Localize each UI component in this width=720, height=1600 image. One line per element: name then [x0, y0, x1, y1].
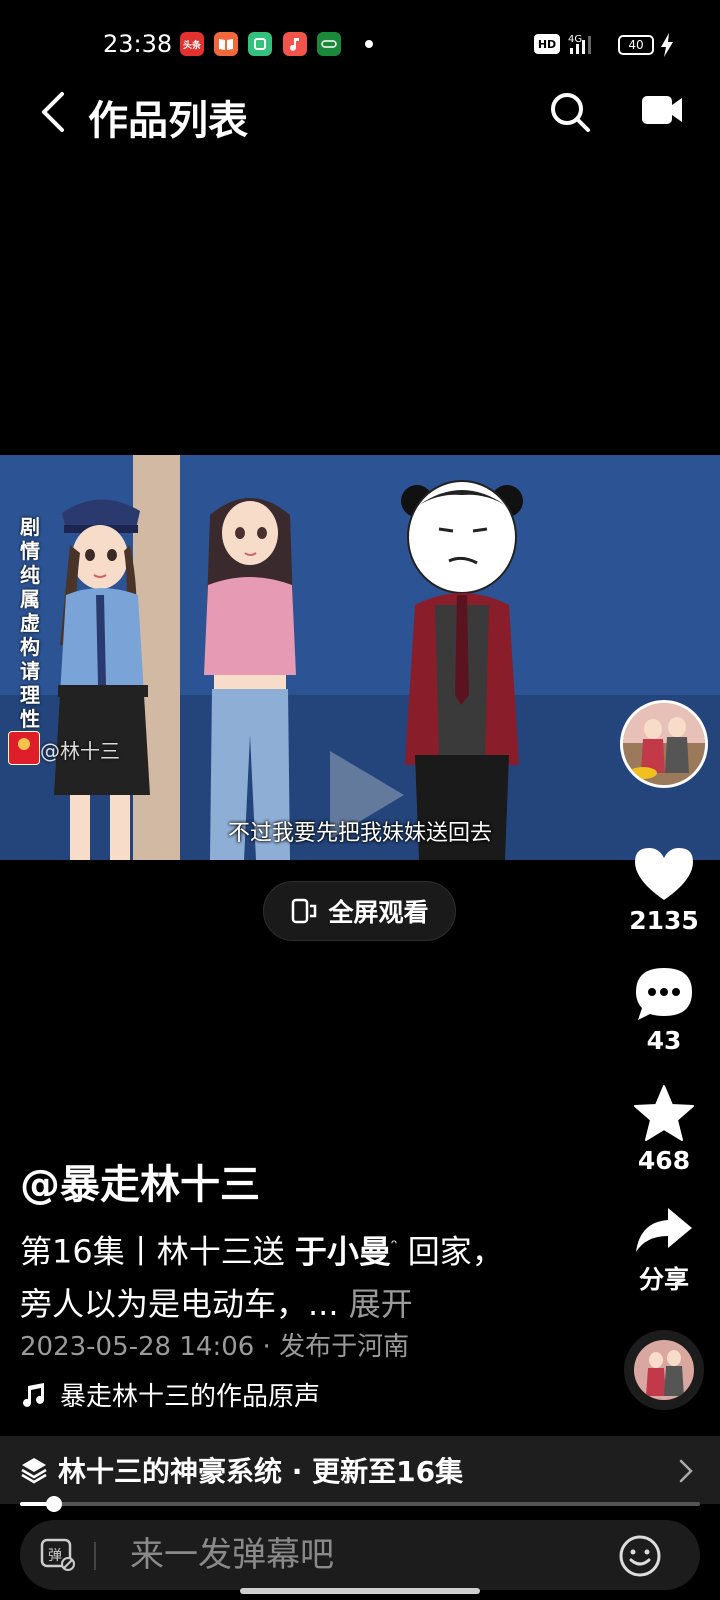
search-tag-icon: ᵔ [390, 1236, 398, 1255]
character-policewoman [54, 499, 150, 860]
collection-bar[interactable]: 林十三的神豪系统 · 更新至16集 [0, 1436, 720, 1504]
message-app-icon [317, 32, 341, 56]
music-note-icon [23, 1382, 44, 1407]
comment-count: 43 [646, 1026, 682, 1055]
home-indicator[interactable] [240, 1588, 480, 1594]
divider [94, 1542, 96, 1570]
fullscreen-label: 全屏观看 [328, 898, 429, 927]
fullscreen-rotate-icon [292, 898, 317, 924]
video-progress-knob[interactable] [46, 1496, 62, 1512]
comment-button[interactable]: 43 [618, 966, 710, 1055]
search-button[interactable] [548, 90, 592, 134]
video-progress-bar[interactable] [20, 1496, 700, 1512]
share-icon [636, 1208, 692, 1252]
character-woman-pink [204, 498, 296, 860]
author-name[interactable]: @暴走林十三 [20, 1152, 260, 1210]
desc-tag[interactable]: 于小曼 [295, 1233, 391, 1271]
character-panda-man [401, 480, 523, 860]
charging-icon [660, 32, 674, 58]
favorite-count: 468 [637, 1146, 691, 1175]
back-button[interactable] [36, 90, 72, 134]
video-camera-icon [642, 96, 682, 124]
desc-text-1: 第16集丨林十三送 [20, 1232, 295, 1271]
disclaimer-text: 剧情纯属虚构请理性 [20, 515, 40, 731]
heart-icon [635, 848, 693, 900]
svg-text:4G: 4G [568, 34, 582, 45]
danmaku-toggle-icon[interactable]: 弹 [40, 1538, 76, 1572]
collection-title: 林十三的神豪系统 · 更新至16集 [58, 1455, 464, 1488]
favorite-button[interactable]: 468 [618, 1084, 710, 1175]
post-description[interactable]: 第16集丨林十三送 于小曼ᵔ 回家，旁人以为是电动车，... 展开 [20, 1220, 510, 1330]
status-bar: 23:38 头条 HD 4G 40 [0, 0, 720, 90]
svg-text:弹: 弹 [48, 1548, 62, 1564]
chevron-left-icon [42, 92, 64, 132]
red-packet-icon[interactable] [8, 731, 40, 765]
toutiao-app-icon: 头条 [180, 32, 204, 56]
share-button[interactable]: 分享 [618, 1206, 710, 1296]
author-avatar[interactable] [620, 700, 708, 788]
like-button[interactable]: 2135 [618, 846, 710, 935]
music-title: 暴走林十三的作品原声 [60, 1382, 321, 1412]
danmaku-bar: 弹 [20, 1520, 700, 1590]
fullscreen-button[interactable]: 全屏观看 [263, 881, 456, 941]
comment-icon [636, 968, 692, 1020]
reader-app-icon [214, 32, 238, 56]
danmaku-input[interactable] [130, 1534, 610, 1576]
video-player[interactable]: 剧情纯属虚构请理性 @林十三 不过我要先把我妹妹送回去 [0, 455, 720, 860]
chevron-right-icon [679, 1459, 693, 1483]
expand-link[interactable]: 展开 [349, 1285, 413, 1323]
share-label: 分享 [638, 1265, 689, 1294]
notification-dot [365, 40, 373, 48]
music-disc[interactable] [624, 1330, 704, 1410]
status-time: 23:38 [103, 30, 173, 58]
cellular-signal-icon: 4G [568, 32, 596, 56]
camera-button[interactable] [638, 94, 686, 126]
like-count: 2135 [629, 906, 699, 935]
app-icon [248, 32, 272, 56]
star-icon [634, 1085, 694, 1141]
music-app-icon [283, 32, 307, 56]
layers-icon [21, 1458, 47, 1484]
hd-indicator: HD [534, 34, 560, 54]
publish-date-location: 2023-05-28 14:06 · 发布于河南 [20, 1332, 410, 1362]
page-title: 作品列表 [88, 98, 248, 144]
video-subtitle: 不过我要先把我妹妹送回去 [227, 821, 492, 846]
battery-percent: 40 [628, 38, 644, 52]
video-watermark: @林十三 [40, 739, 120, 763]
top-bar: 作品列表 [0, 90, 720, 144]
emoji-icon[interactable] [618, 1534, 662, 1578]
battery-indicator: 40 [618, 35, 654, 55]
music-link[interactable]: 暴走林十三的作品原声 [20, 1376, 320, 1413]
search-icon [551, 93, 590, 132]
